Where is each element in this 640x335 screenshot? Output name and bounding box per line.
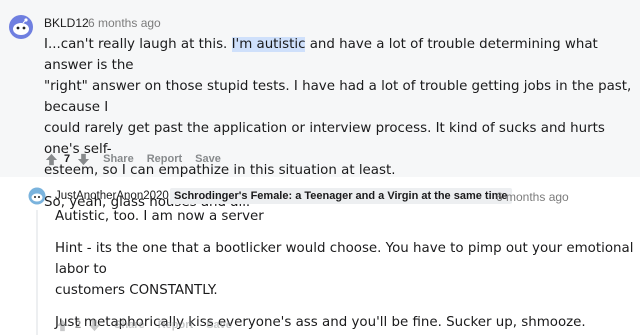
comment-text: I...can't really laugh at this. — [44, 37, 232, 52]
share-button[interactable]: Share — [114, 319, 145, 331]
selected-text: I'm autistic — [231, 37, 306, 52]
thread-line[interactable] — [36, 210, 38, 335]
comment-text: customers CONSTANTLY. — [55, 283, 218, 298]
downvote-icon[interactable] — [87, 318, 101, 332]
user-avatar-icon[interactable] — [8, 14, 33, 39]
comment-actions: 7 Share Report Save — [44, 152, 221, 166]
save-button[interactable]: Save — [206, 319, 232, 331]
user-avatar-icon[interactable] — [28, 187, 46, 205]
report-button[interactable]: Report — [158, 319, 193, 331]
comment-body: Autistic, too. I am now a server Hint - … — [55, 206, 635, 333]
save-button[interactable]: Save — [195, 153, 221, 165]
comment-text: Autistic, too. I am now a server — [55, 209, 264, 224]
vote-count: 2 — [75, 319, 82, 331]
user-flair: Schrodinger's Female: a Teenager and a V… — [170, 188, 512, 204]
comment-body: I...can't really laugh at this. I'm auti… — [44, 34, 636, 213]
comment-timestamp[interactable]: 6 months ago — [88, 16, 161, 30]
comment-author[interactable]: JustAnotherAnon2020 — [55, 190, 169, 202]
comment-bkld12: BKLD12 6 months ago I...can't really lau… — [0, 0, 640, 210]
downvote-icon[interactable] — [76, 152, 90, 166]
comment-author[interactable]: BKLD12 — [44, 16, 89, 30]
share-button[interactable]: Share — [103, 153, 134, 165]
upvote-icon[interactable] — [44, 152, 58, 166]
report-button[interactable]: Report — [147, 153, 182, 165]
upvote-icon[interactable] — [55, 318, 69, 332]
comment-actions: 2 Share Report Save — [55, 318, 232, 332]
comment-text: Hint - its the one that a bootlicker wou… — [55, 241, 634, 277]
vote-count: 7 — [64, 153, 71, 165]
comment-timestamp[interactable]: 6 months ago — [496, 190, 569, 204]
comment-text: "right" answer on those stupid tests. I … — [44, 79, 632, 115]
